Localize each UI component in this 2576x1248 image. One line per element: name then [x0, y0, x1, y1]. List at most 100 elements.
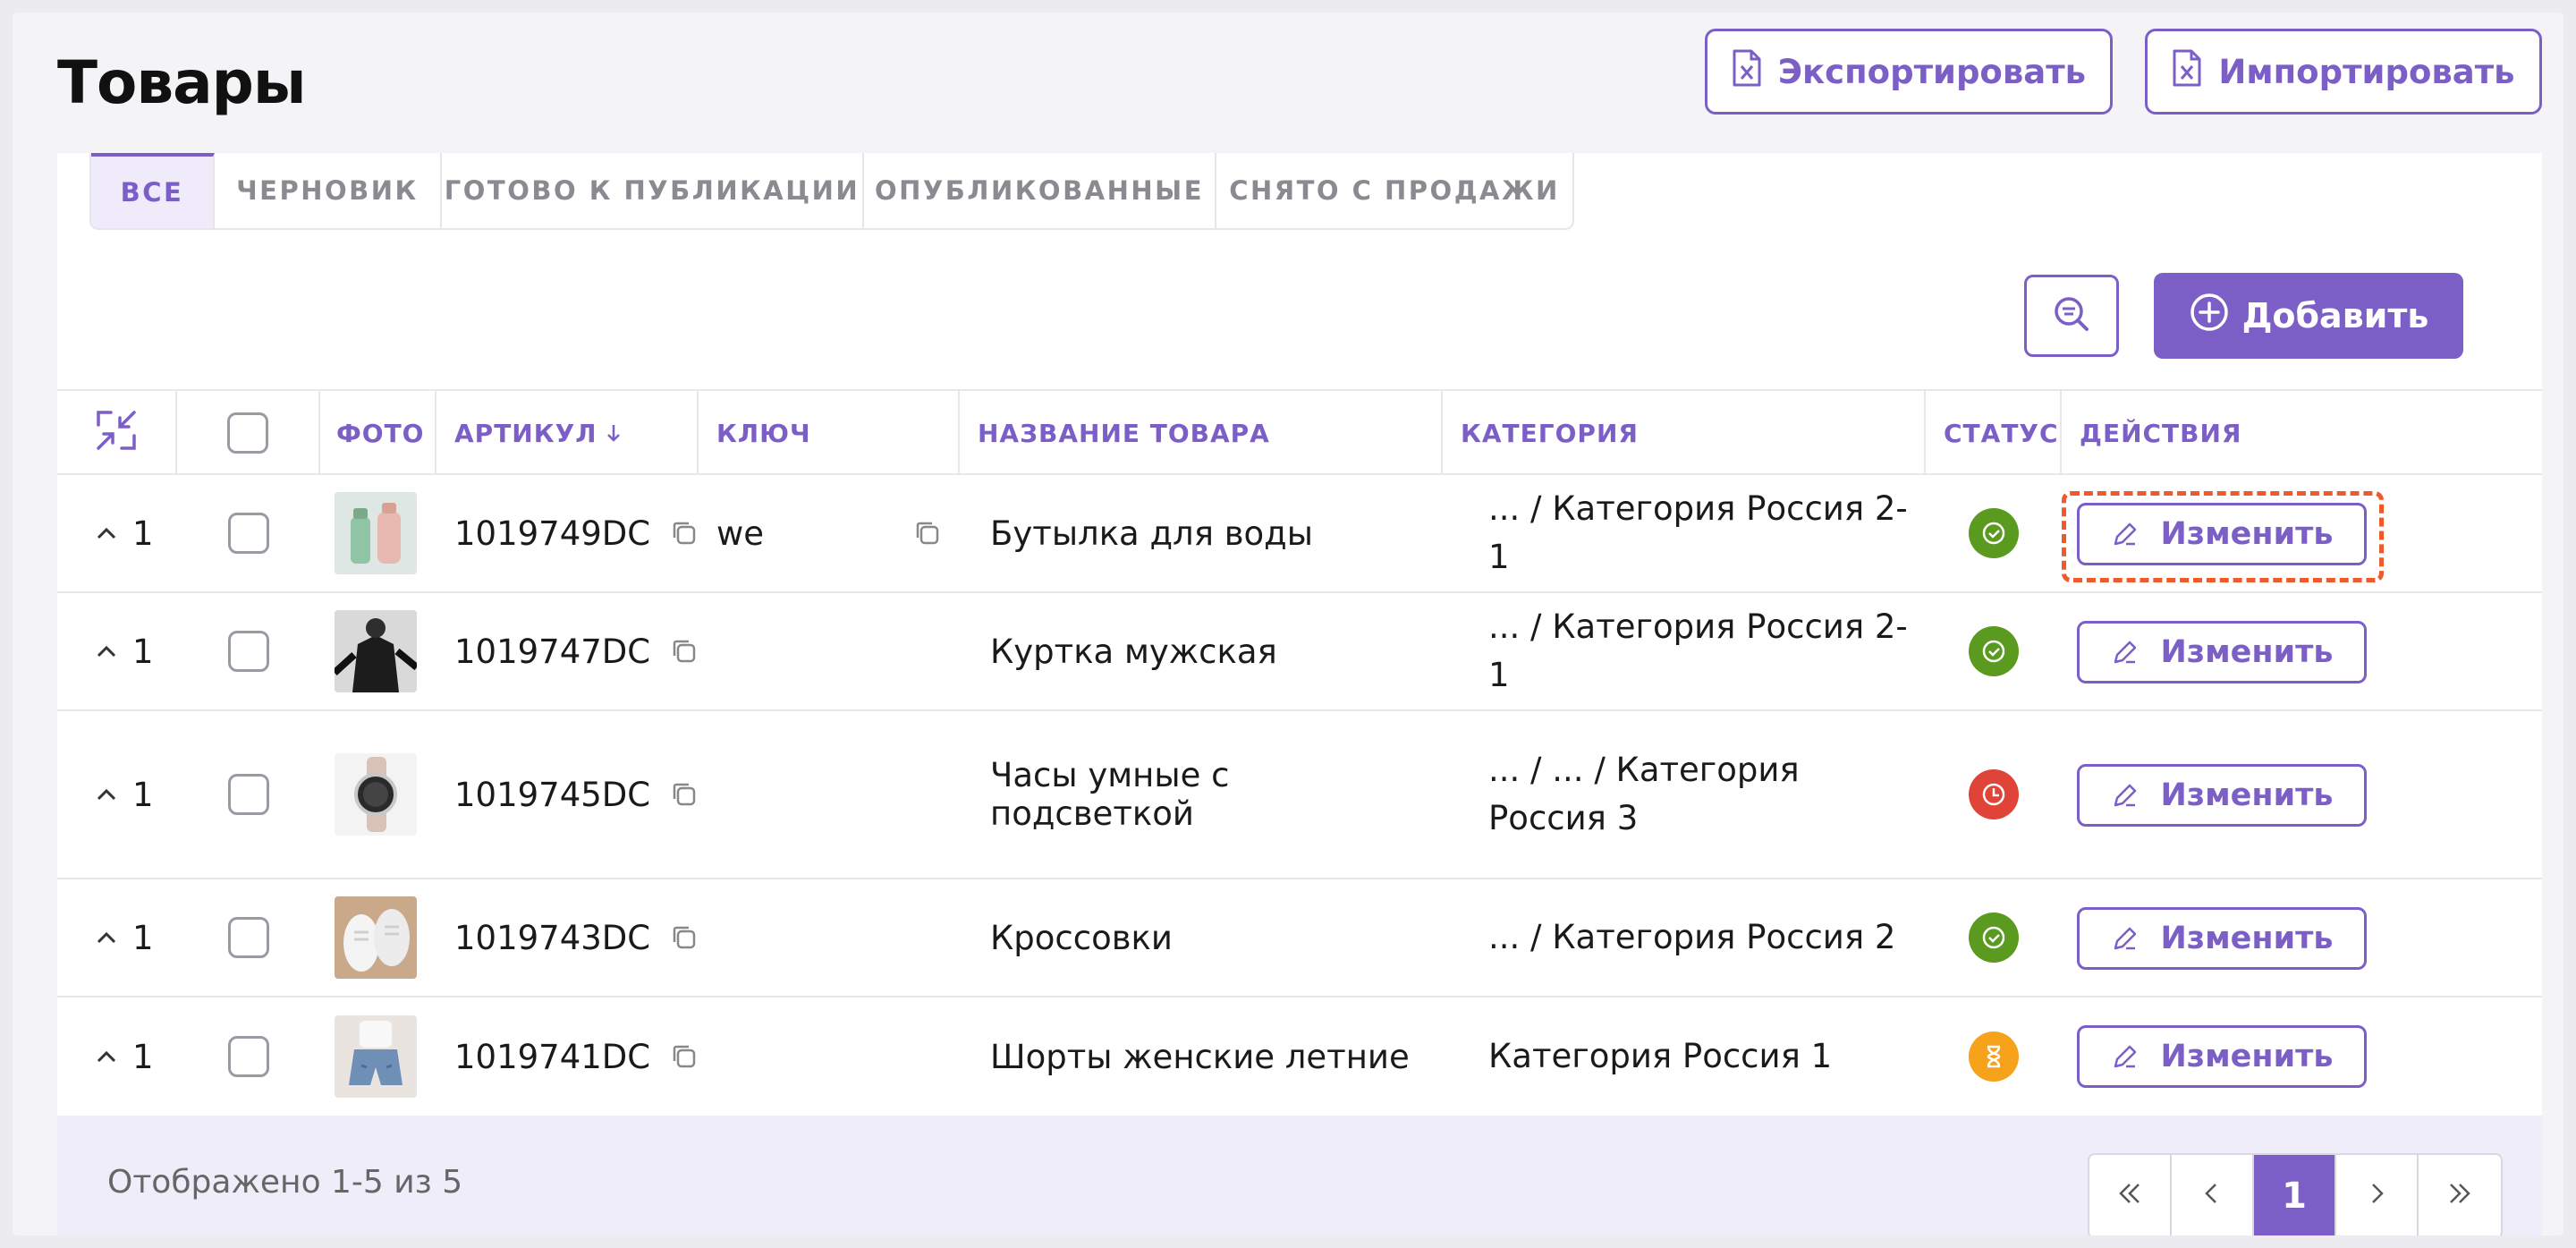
select-all-checkbox[interactable]: [227, 412, 268, 454]
row-checkbox[interactable]: [228, 1036, 269, 1077]
tab-removed[interactable]: СНЯТО С ПРОДАЖИ: [1216, 153, 1572, 228]
edit-label: Изменить: [2160, 921, 2334, 956]
import-button[interactable]: Импортировать: [2145, 29, 2542, 115]
pencil-icon: [2110, 637, 2140, 667]
status-badge[interactable]: [1969, 1032, 2019, 1082]
header-actions: ДЕЙСТВИЯ: [2080, 418, 2242, 448]
status-cell: [1926, 998, 2062, 1116]
sort-down-icon: [606, 422, 622, 444]
collapse-all-button[interactable]: [57, 391, 177, 475]
pagination: 1: [2088, 1153, 2503, 1235]
import-label: Импортировать: [2218, 52, 2515, 91]
article-cell: 1019747DC: [454, 593, 699, 709]
expand-toggle[interactable]: 1: [93, 879, 177, 996]
last-page-button[interactable]: [2419, 1155, 2501, 1235]
copy-icon[interactable]: [670, 637, 699, 666]
tab-all[interactable]: ВСЕ: [91, 153, 215, 228]
tab-ready[interactable]: ГОТОВО К ПУБЛИКАЦИИ: [442, 153, 864, 228]
edit-button[interactable]: Изменить: [2077, 621, 2367, 683]
first-page-button[interactable]: [2089, 1155, 2172, 1235]
export-label: Экспортировать: [1777, 52, 2087, 91]
copy-icon[interactable]: [670, 780, 699, 809]
plus-circle-icon: [2189, 292, 2230, 341]
row-select-cell: [177, 475, 320, 591]
next-page-button[interactable]: [2336, 1155, 2419, 1235]
row-quantity: 1: [132, 632, 154, 671]
article-value: 1019747DC: [454, 632, 651, 671]
row-select-cell: [177, 998, 320, 1116]
status-cell: [1926, 475, 2062, 591]
products-panel: ВСЕ ЧЕРНОВИК ГОТОВО К ПУБЛИКАЦИИ ОПУБЛИК…: [57, 153, 2542, 1235]
table-row: 1 1019741DC Шорты женские летние Категория …: [57, 998, 2542, 1116]
status-badge[interactable]: [1969, 913, 2019, 963]
hourglass-icon: [1979, 1041, 2009, 1072]
product-photo[interactable]: [335, 896, 417, 979]
expand-toggle[interactable]: 1: [93, 593, 177, 709]
prev-page-button[interactable]: [2172, 1155, 2254, 1235]
export-button[interactable]: Экспортировать: [1705, 29, 2113, 115]
edit-label: Изменить: [2160, 516, 2334, 552]
status-badge[interactable]: [1969, 769, 2019, 819]
chevron-left-icon: [2198, 1176, 2226, 1217]
tab-published[interactable]: ОПУБЛИКОВАННЫЕ: [864, 153, 1216, 228]
add-product-button[interactable]: Добавить: [2154, 273, 2463, 359]
photo-cell: [335, 593, 433, 709]
chevron-up-icon: [93, 638, 120, 665]
status-cell: [1926, 593, 2062, 709]
product-photo[interactable]: [335, 492, 417, 574]
status-badge[interactable]: [1969, 508, 2019, 558]
expand-toggle[interactable]: 1: [93, 475, 177, 591]
edit-button[interactable]: Изменить: [2077, 1025, 2367, 1088]
status-badge[interactable]: [1969, 626, 2019, 676]
header-article[interactable]: АРТИКУЛ: [436, 391, 699, 475]
pencil-icon: [2110, 780, 2140, 811]
select-all-cell: [177, 391, 320, 475]
copy-icon[interactable]: [670, 1042, 699, 1071]
row-checkbox[interactable]: [228, 631, 269, 672]
tab-draft[interactable]: ЧЕРНОВИК: [215, 153, 442, 228]
status-cell: [1926, 879, 2062, 996]
header-article-label: АРТИКУЛ: [454, 418, 597, 448]
products-screen: Товары Экспортировать Импортировать ВСЕ …: [13, 13, 2563, 1235]
search-filter-icon: [2051, 293, 2092, 338]
expand-toggle[interactable]: 1: [93, 711, 177, 878]
table-row: 1 1019743DC Кроссовки ... / Категория Росси…: [57, 879, 2542, 998]
article-cell: 1019749DC: [454, 475, 699, 591]
expand-toggle[interactable]: 1: [93, 998, 177, 1116]
pencil-icon: [2110, 923, 2140, 954]
product-photo[interactable]: [335, 753, 417, 836]
excel-file-icon: [1732, 48, 1762, 96]
edit-button[interactable]: Изменить: [2077, 503, 2367, 565]
article-cell: 1019743DC: [454, 879, 699, 996]
edit-button[interactable]: Изменить: [2077, 907, 2367, 970]
article-value: 1019749DC: [454, 514, 651, 553]
edit-button[interactable]: Изменить: [2077, 764, 2367, 827]
key-value: we: [716, 514, 765, 553]
table-header: ФОТО АРТИКУЛ КЛЮЧ НАЗВАНИЕ ТОВАРА КАТЕГО…: [57, 389, 2542, 475]
double-chevron-left-icon: [2115, 1176, 2144, 1217]
row-select-cell: [177, 879, 320, 996]
copy-icon[interactable]: [670, 923, 699, 952]
product-name: Часы умные с подсветкой: [990, 756, 1230, 833]
chevron-up-icon: [93, 781, 120, 808]
edit-label: Изменить: [2160, 777, 2334, 813]
row-checkbox[interactable]: [228, 774, 269, 815]
copy-icon[interactable]: [670, 519, 699, 548]
page-title: Товары: [57, 48, 307, 117]
page-1-button[interactable]: 1: [2254, 1155, 2336, 1235]
check-circle-icon: [1979, 922, 2009, 953]
product-category: ... / ... / Категория Россия 3: [1488, 751, 1800, 837]
article-value: 1019743DC: [454, 918, 651, 957]
row-checkbox[interactable]: [228, 513, 269, 554]
status-cell: [1926, 711, 2062, 878]
pencil-icon: [2110, 519, 2140, 549]
product-photo[interactable]: [335, 1015, 417, 1098]
product-category: ... / Категория Россия 2: [1488, 918, 1896, 956]
row-checkbox[interactable]: [228, 917, 269, 958]
copy-icon[interactable]: [913, 519, 942, 548]
product-photo[interactable]: [335, 610, 417, 692]
edit-label: Изменить: [2160, 634, 2334, 670]
header-key: КЛЮЧ: [699, 391, 960, 475]
search-filter-button[interactable]: [2024, 275, 2119, 357]
excel-file-icon: [2172, 48, 2202, 96]
